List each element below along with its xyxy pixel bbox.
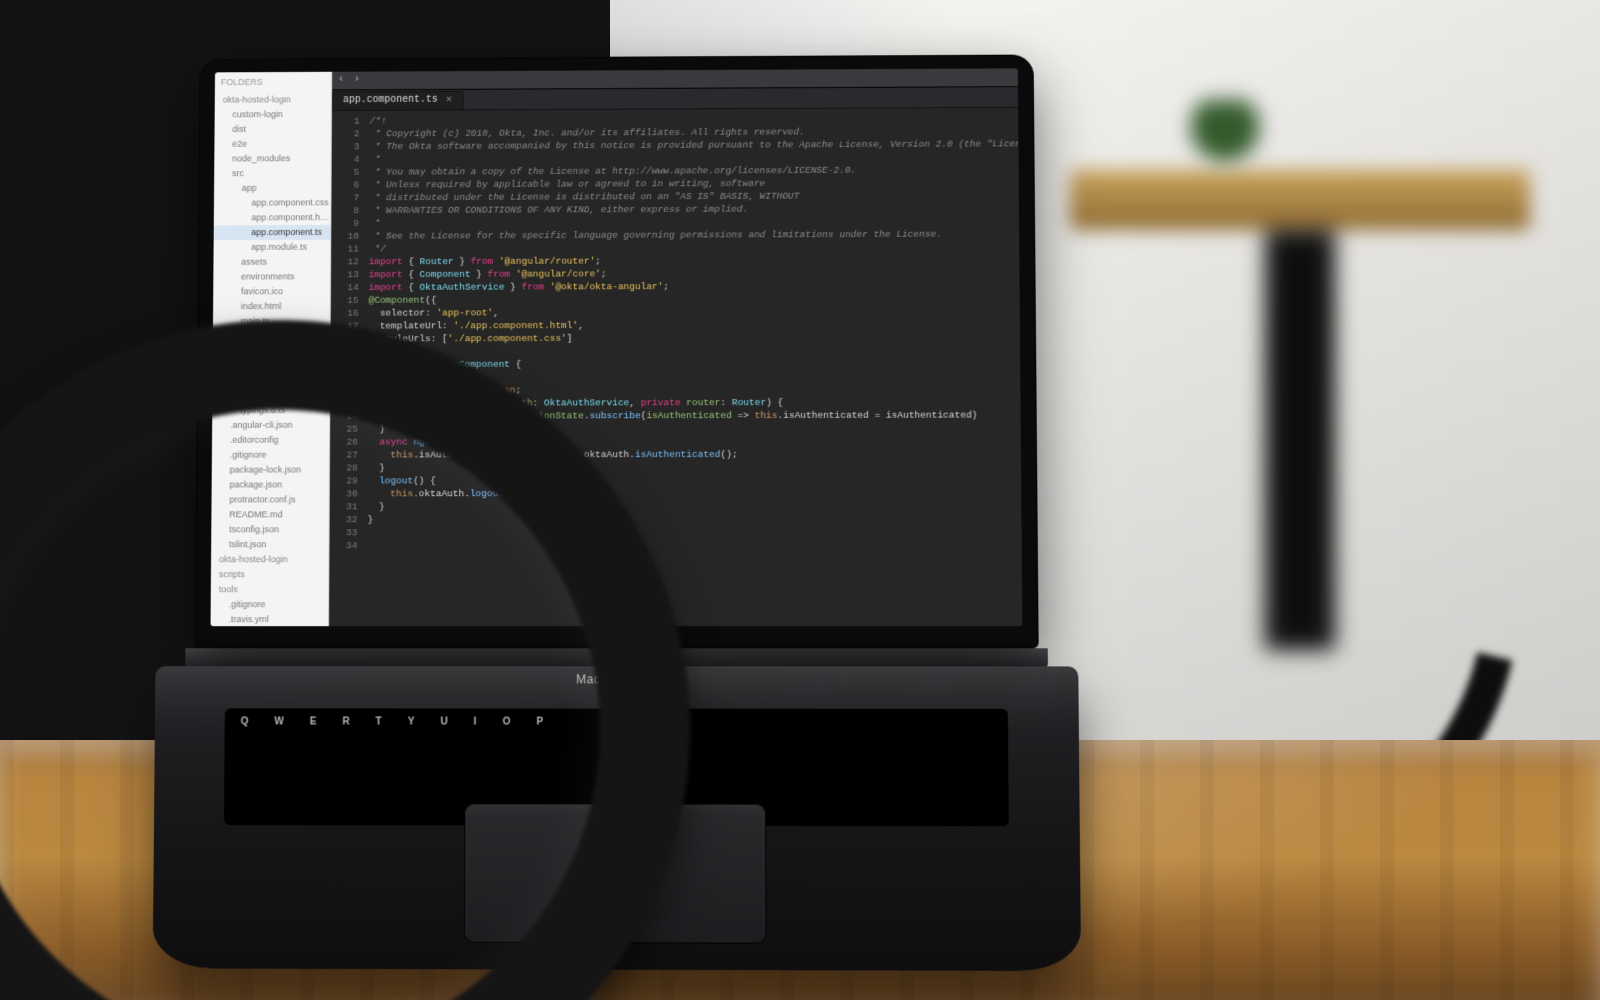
close-icon[interactable]: × bbox=[446, 92, 453, 110]
sidebar-item[interactable]: app.module.ts bbox=[214, 240, 331, 255]
sidebar-header: FOLDERS bbox=[215, 72, 331, 93]
tab-label: app.component.ts bbox=[343, 92, 438, 110]
photo-scene: FOLDERS okta-hosted-logincustom-logindis… bbox=[0, 0, 1600, 1000]
sidebar-item[interactable]: index.html bbox=[213, 299, 330, 314]
sidebar-item[interactable]: app.component.ts bbox=[214, 225, 331, 240]
background-plant bbox=[1170, 100, 1280, 190]
sidebar-item[interactable]: e2e bbox=[214, 136, 331, 151]
sidebar-item[interactable]: dist bbox=[215, 122, 331, 137]
sidebar-item[interactable]: app.component.html bbox=[214, 210, 331, 225]
nav-forward-icon[interactable]: › bbox=[354, 76, 364, 86]
sidebar-item[interactable]: node_modules bbox=[214, 151, 331, 166]
sidebar-item[interactable]: app.component.css bbox=[214, 195, 331, 210]
sidebar-item[interactable]: custom-login bbox=[215, 107, 331, 122]
background-table bbox=[1070, 170, 1530, 230]
tab-app-component-ts[interactable]: app.component.ts × bbox=[332, 91, 463, 110]
sidebar-item[interactable]: src bbox=[214, 166, 331, 181]
sidebar-item[interactable]: assets bbox=[213, 255, 330, 270]
nav-back-icon[interactable]: ‹ bbox=[338, 76, 348, 86]
sidebar-item[interactable]: environments bbox=[213, 269, 330, 284]
sidebar-item[interactable]: app bbox=[214, 181, 331, 196]
sidebar-item[interactable]: okta-hosted-login bbox=[215, 92, 331, 107]
sidebar-item[interactable]: favicon.ico bbox=[213, 284, 330, 299]
